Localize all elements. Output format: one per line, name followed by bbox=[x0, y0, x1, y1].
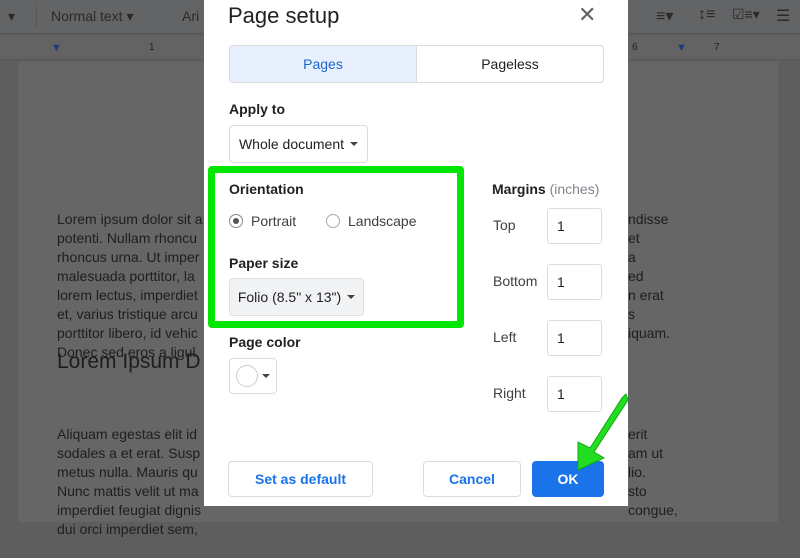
caret-down-icon bbox=[350, 142, 359, 146]
radio-landscape[interactable]: Landscape bbox=[326, 213, 417, 229]
paper-size-select[interactable]: Folio (8.5" x 13") bbox=[229, 278, 364, 316]
radio-checked-icon bbox=[229, 214, 243, 228]
caret-down-icon bbox=[262, 374, 270, 378]
close-icon[interactable]: ✕ bbox=[578, 2, 596, 28]
radio-unchecked-icon bbox=[326, 214, 340, 228]
tab-pages[interactable]: Pages bbox=[229, 45, 417, 83]
apply-to-select[interactable]: Whole document bbox=[229, 125, 368, 163]
cancel-button[interactable]: Cancel bbox=[423, 461, 521, 497]
radio-portrait[interactable]: Portrait bbox=[229, 213, 296, 229]
margin-left-input[interactable]: 1 bbox=[547, 320, 602, 356]
style-select[interactable]: Normal text ▾ bbox=[51, 8, 134, 25]
margin-bottom-input[interactable]: 1 bbox=[547, 264, 602, 300]
margin-bottom-label: Bottom bbox=[493, 273, 538, 289]
caret-down-icon bbox=[347, 295, 356, 299]
page-color-label: Page color bbox=[229, 334, 301, 350]
margin-left-label: Left bbox=[493, 329, 517, 345]
margin-right-label: Right bbox=[493, 385, 526, 401]
ruler-mark: 1 bbox=[149, 42, 155, 53]
landscape-label: Landscape bbox=[348, 213, 417, 229]
doc-paragraph-2: Aliquam egestas elit id sodales a et erat… bbox=[57, 426, 201, 537]
portrait-label: Portrait bbox=[251, 213, 297, 229]
style-value: Normal text bbox=[51, 8, 123, 24]
paper-size-label: Paper size bbox=[229, 255, 299, 271]
margins-label: Margins (inches) bbox=[492, 181, 600, 197]
checklist-icon[interactable]: ☑≡▾ bbox=[732, 6, 760, 23]
paper-size-value: Folio (8.5" x 13") bbox=[237, 289, 342, 305]
page-color-picker[interactable] bbox=[229, 358, 277, 394]
ruler-mark: 7 bbox=[714, 42, 720, 53]
right-indent-marker-icon[interactable]: ▼ bbox=[676, 42, 687, 54]
doc-heading: Lorem Ipsum D bbox=[57, 350, 201, 373]
apply-to-label: Apply to bbox=[229, 101, 285, 117]
arrow-annotation-icon bbox=[577, 393, 629, 471]
bullet-list-icon[interactable]: ☰ bbox=[776, 6, 790, 26]
color-swatch bbox=[236, 365, 258, 387]
apply-to-value: Whole document bbox=[238, 136, 345, 152]
align-icon[interactable]: ≡▾ bbox=[656, 6, 673, 26]
margin-top-input[interactable]: 1 bbox=[547, 208, 602, 244]
set-as-default-button[interactable]: Set as default bbox=[228, 461, 373, 497]
line-spacing-icon[interactable]: ↕≡ bbox=[698, 6, 715, 24]
margin-top-label: Top bbox=[493, 217, 516, 233]
dialog-title: Page setup bbox=[228, 3, 340, 28]
chevron-down-icon[interactable]: ▾ bbox=[8, 8, 15, 25]
indent-marker-icon[interactable]: ▼ bbox=[51, 42, 62, 54]
tab-pageless[interactable]: Pageless bbox=[416, 45, 604, 83]
doc-paragraph-1-right: ndisse et a ed n erat s iquam. bbox=[628, 211, 671, 341]
orientation-label: Orientation bbox=[229, 181, 304, 197]
ruler-mark: 6 bbox=[632, 42, 638, 53]
font-select[interactable]: Ari bbox=[182, 8, 199, 24]
